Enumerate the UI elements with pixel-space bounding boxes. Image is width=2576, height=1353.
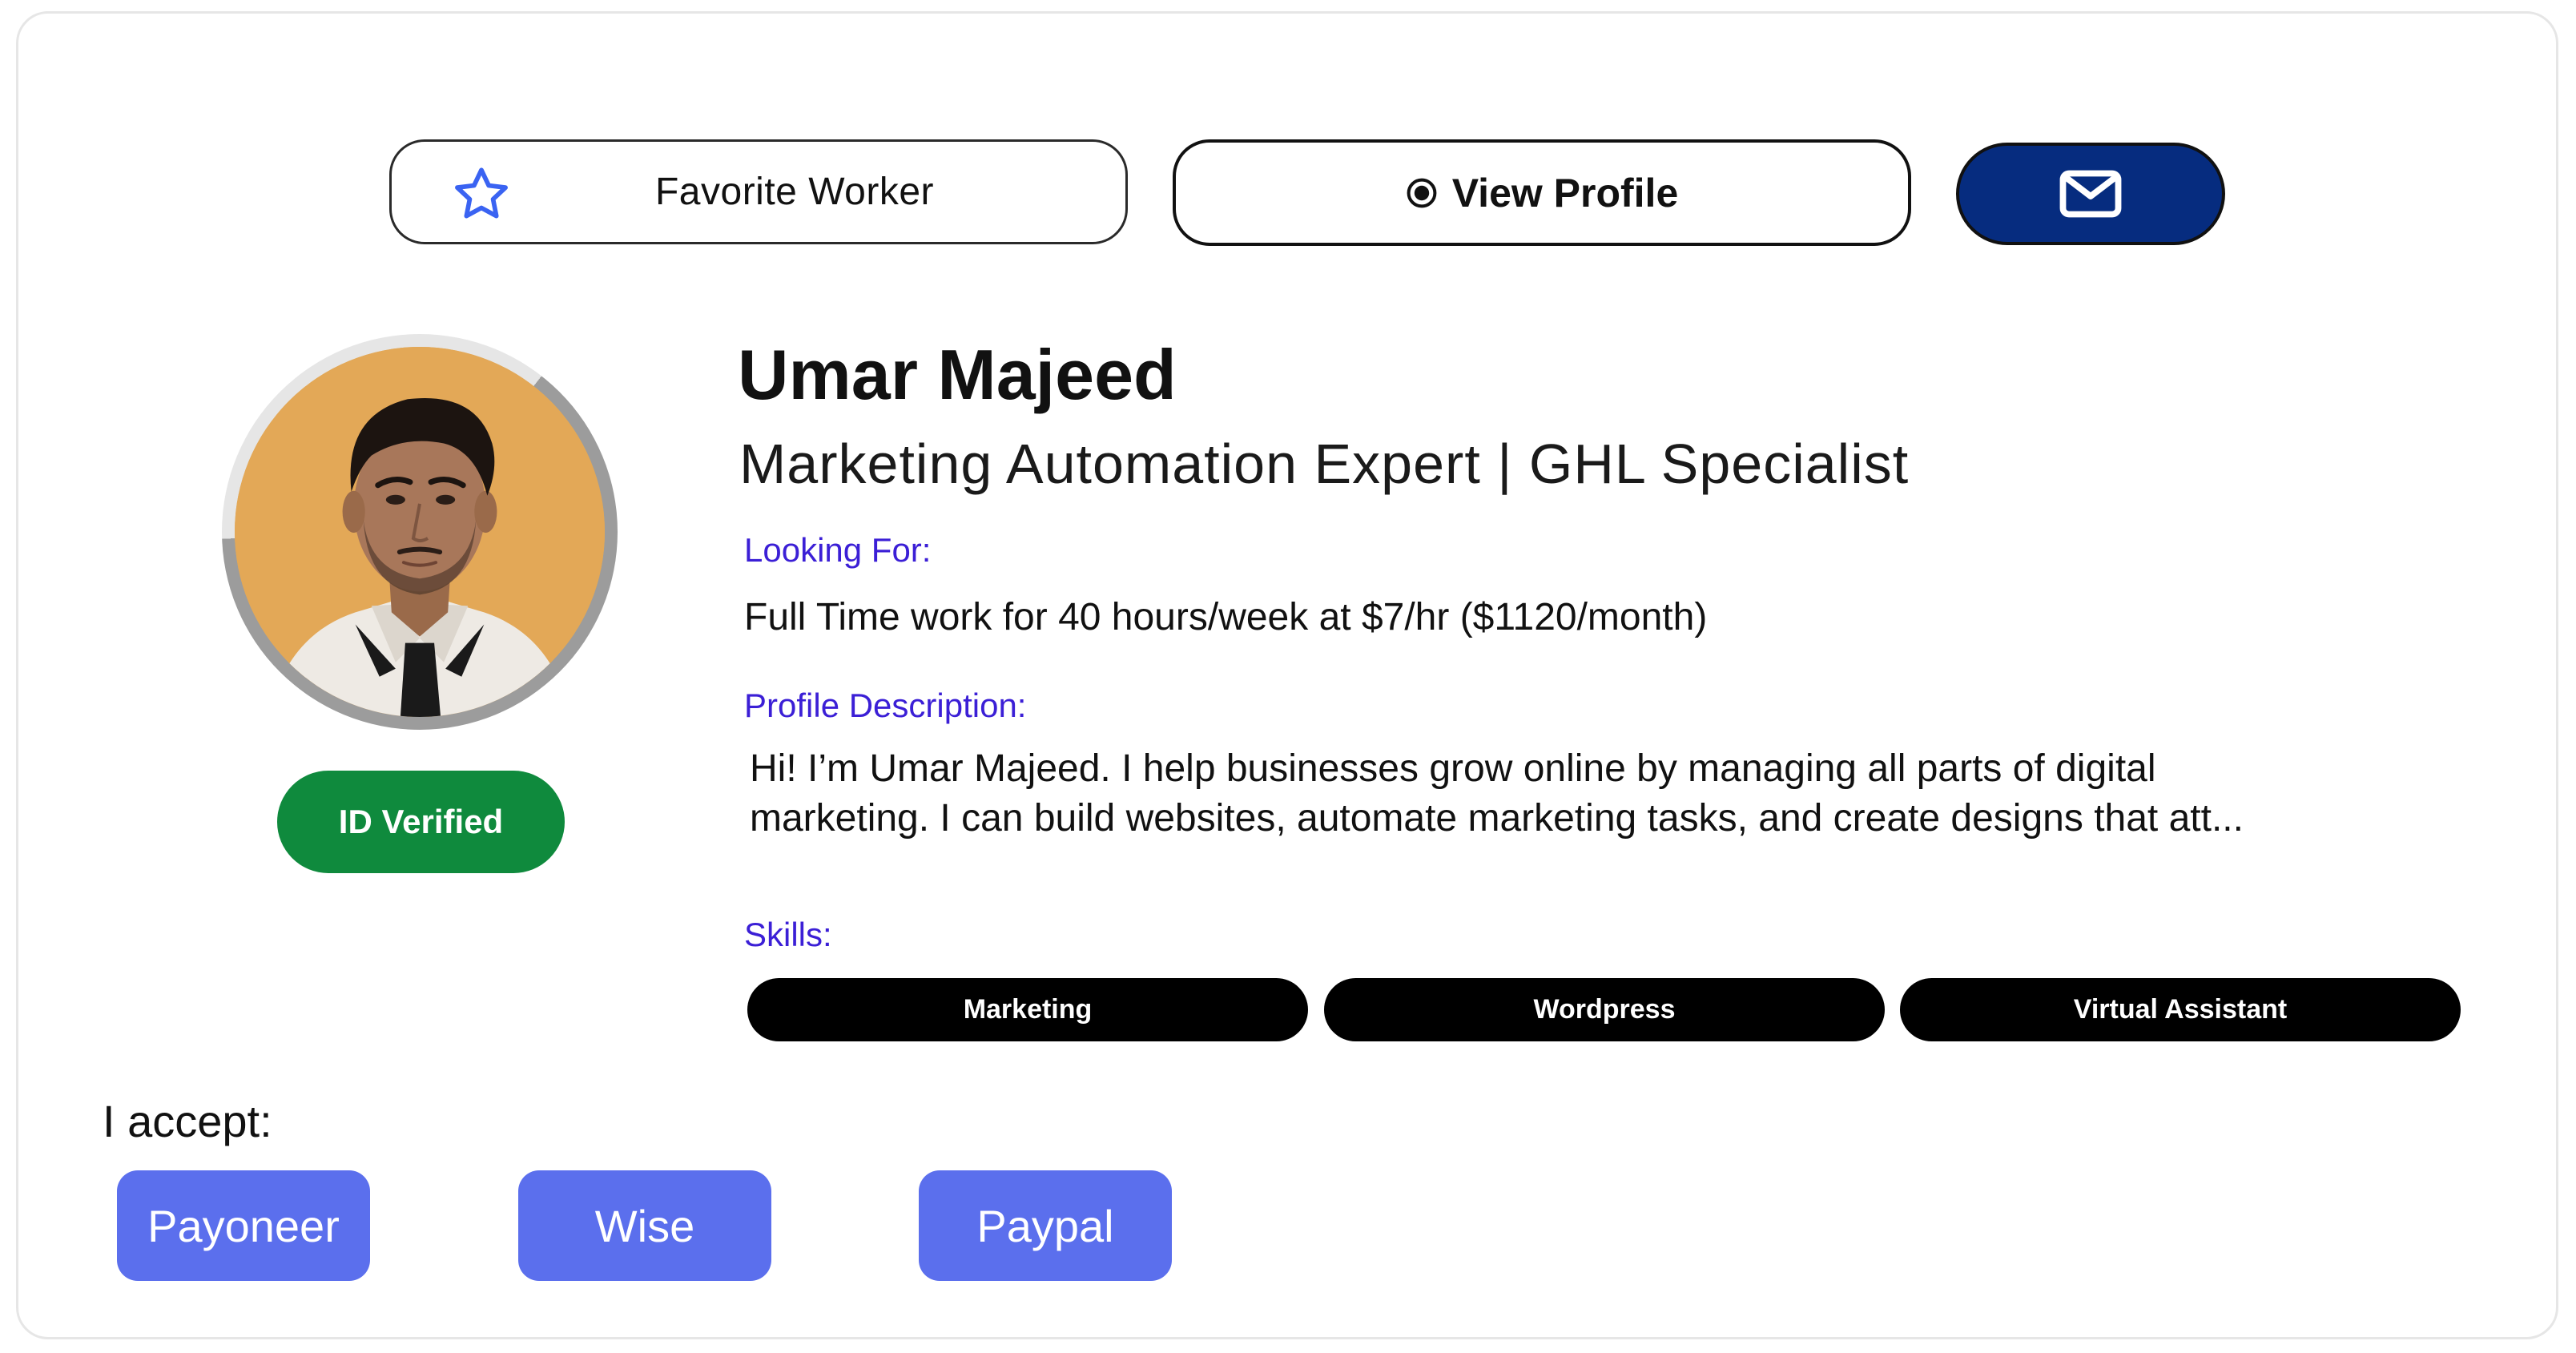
id-verified-badge: ID Verified: [277, 771, 565, 873]
envelope-icon: [2059, 170, 2122, 218]
avatar-ring: [222, 334, 618, 730]
profile-description-label: Profile Description:: [744, 687, 1027, 724]
skill-tag: Wordpress: [1324, 978, 1885, 1041]
payment-method-wise: Wise: [518, 1170, 771, 1281]
message-button[interactable]: [1956, 143, 2225, 245]
looking-for-value: Full Time work for 40 hours/week at $7/h…: [744, 596, 1708, 638]
skills-label: Skills:: [744, 916, 832, 953]
radio-dot-icon: [1407, 178, 1437, 207]
avatar: [235, 347, 605, 717]
looking-for-label: Looking For:: [744, 531, 932, 569]
avatar-photo: [235, 347, 605, 717]
view-profile-label: View Profile: [1451, 170, 1679, 215]
worker-name: Umar Majeed: [738, 335, 1177, 414]
favorite-worker-label: Favorite Worker: [654, 171, 935, 213]
worker-headline: Marketing Automation Expert | GHL Specia…: [739, 433, 1910, 495]
view-profile-button[interactable]: View Profile: [1173, 139, 1911, 246]
profile-description-text: Hi! I’m Umar Majeed. I help businesses g…: [750, 747, 2244, 840]
skill-tag: Virtual Assistant: [1900, 978, 2461, 1041]
payment-methods-label: I accept:: [103, 1096, 272, 1146]
skill-tag: Marketing: [747, 978, 1308, 1041]
favorite-worker-button[interactable]: Favorite Worker: [389, 139, 1128, 244]
payment-method-payoneer: Payoneer: [117, 1170, 370, 1281]
worker-profile-card: Favorite Worker View Profile ID Verified…: [16, 11, 2558, 1339]
payment-method-paypal: Paypal: [919, 1170, 1172, 1281]
